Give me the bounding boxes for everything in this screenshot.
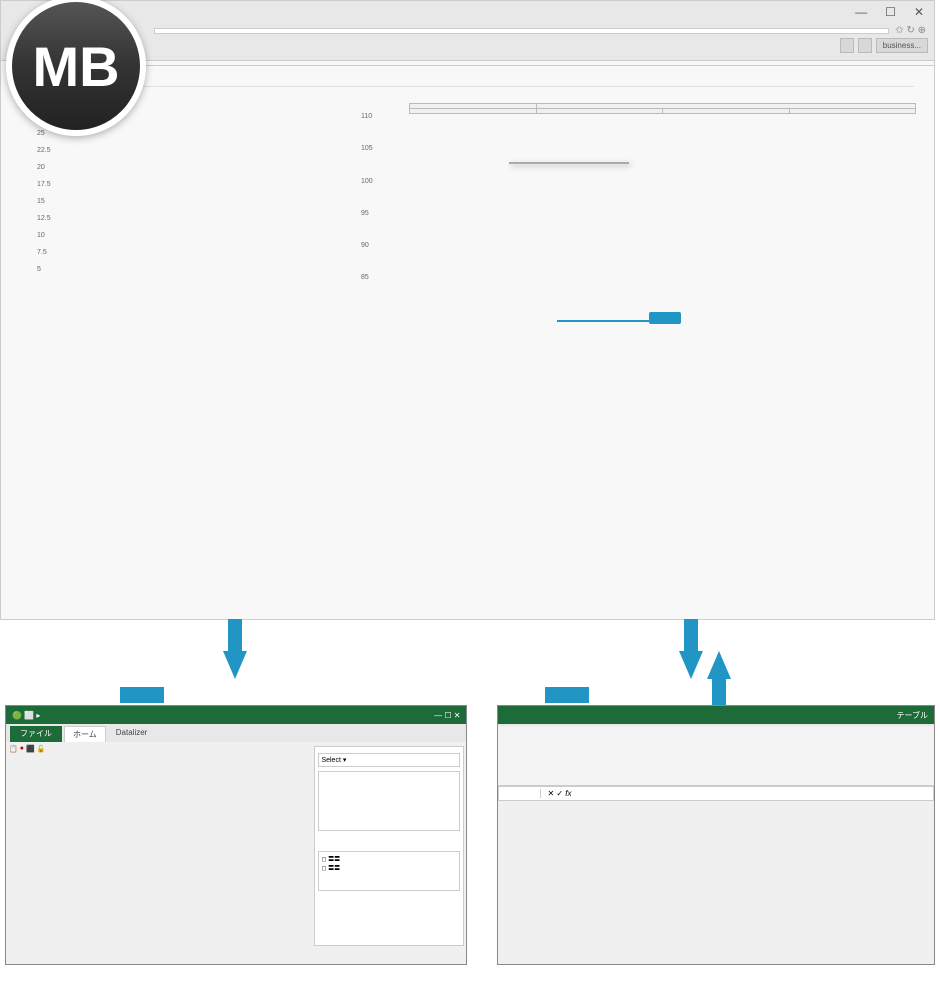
browser-tab[interactable] <box>858 38 872 53</box>
svg-text:7.5: 7.5 <box>37 249 47 256</box>
excel-analyze-window[interactable]: 🟢 ⬜ ▸— ☐ ✕ ファイルホームDatalizer 📋●⬛🔓 Select … <box>5 705 467 965</box>
excel-titlebar: テーブル <box>498 706 934 724</box>
svg-text:25: 25 <box>37 130 45 137</box>
detail-table[interactable] <box>409 103 916 114</box>
svg-text:10: 10 <box>37 232 45 239</box>
window-controls[interactable]: — ☐ ✕ <box>1 1 934 23</box>
field-pane[interactable]: Select ▾ ◻ 〓〓◻ 〓〓 <box>314 746 464 946</box>
svg-text:20: 20 <box>37 164 45 171</box>
svg-text:110: 110 <box>361 113 372 120</box>
arrow-down-icon <box>223 651 247 679</box>
callout-excel <box>649 312 681 324</box>
svg-text:95: 95 <box>361 210 369 217</box>
context-menu[interactable] <box>509 162 629 164</box>
address-bar[interactable] <box>154 28 889 34</box>
excel-edit-window[interactable]: テーブル ✕ ✓ fx <box>497 705 935 965</box>
excel-tabs[interactable]: ファイルホームDatalizer <box>6 724 466 742</box>
browser-tab[interactable]: business... <box>876 38 928 53</box>
svg-text:90: 90 <box>361 242 369 249</box>
maximize-icon[interactable]: ☐ <box>885 5 896 19</box>
browser-tab[interactable] <box>840 38 854 53</box>
svg-text:105: 105 <box>361 145 373 152</box>
close-icon[interactable]: ✕ <box>914 5 924 19</box>
svg-text:12.5: 12.5 <box>37 215 51 222</box>
svg-text:5: 5 <box>37 266 41 273</box>
mb-logo: MB <box>6 0 146 136</box>
browser-window: MB — ☐ ✕ ✩ ↻ ⊕ business... 27. <box>0 0 935 620</box>
arrow-down-icon <box>679 651 703 679</box>
formula-bar[interactable]: ✕ ✓ fx <box>498 786 934 801</box>
bottom-section: 🟢 ⬜ ▸— ☐ ✕ ファイルホームDatalizer 📋●⬛🔓 Select … <box>0 705 940 965</box>
svg-text:17.5: 17.5 <box>37 181 51 188</box>
excel-ribbon[interactable] <box>498 726 934 786</box>
svg-text:22.5: 22.5 <box>37 147 51 154</box>
label-analyze <box>120 687 164 703</box>
right-panel <box>409 97 916 315</box>
excel-titlebar: 🟢 ⬜ ▸— ☐ ✕ <box>6 706 466 724</box>
svg-text:85: 85 <box>361 274 369 281</box>
arrow-up-icon <box>707 651 731 679</box>
label-edit <box>545 687 589 703</box>
svg-text:15: 15 <box>37 198 45 205</box>
svg-text:100: 100 <box>361 178 373 185</box>
minimize-icon[interactable]: — <box>855 5 867 19</box>
